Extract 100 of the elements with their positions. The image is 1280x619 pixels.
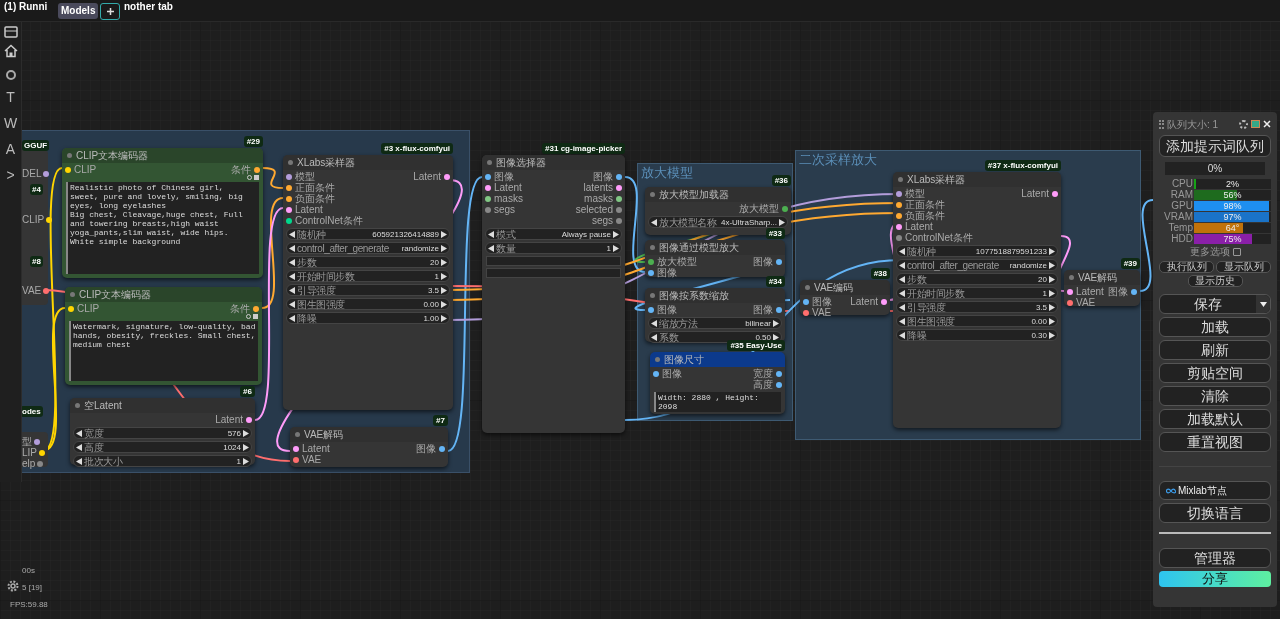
input-label: Latent — [302, 443, 330, 454]
input-label: 正面条件 — [295, 182, 335, 193]
number-widget[interactable]: 降噪 0.30 — [896, 329, 1058, 341]
sidebar-button[interactable]: T — [6, 88, 15, 106]
menu-button[interactable]: 重置视图 — [1159, 432, 1271, 452]
input-label: ControlNet条件 — [295, 215, 363, 226]
input-label: CLIP — [77, 303, 100, 314]
number-widget[interactable]: 放大模型名称 4x-UltraSharp... — [648, 216, 788, 228]
share-button[interactable]: 分享 — [1159, 571, 1271, 587]
output-label: elp — [22, 458, 36, 469]
number-widget[interactable]: 数量 1 — [485, 242, 622, 254]
node-badge: #35 Easy-Use — [727, 340, 785, 351]
node-badge: GGUF — [22, 140, 50, 151]
output-label: 图像 — [1108, 286, 1128, 297]
input-label: 负面条件 — [295, 193, 335, 204]
models-button[interactable]: Models — [58, 3, 99, 19]
input-label: 图像 — [494, 171, 514, 182]
input-label: 模型 — [905, 188, 925, 199]
mixlab-button[interactable]: Mixlab节点 — [1159, 481, 1271, 500]
output-label: Latent — [1021, 188, 1049, 199]
input-label: segs — [494, 204, 516, 215]
node-card[interactable]: 图像通过模型放大 放大模型 图像 图像 — [645, 240, 785, 277]
sidebar-button[interactable]: > — [6, 166, 15, 184]
number-widget[interactable]: control_after_generate randomize — [896, 259, 1058, 271]
node-card[interactable]: 图像按系数缩放 图像 图像 缩放方法 bilinear 系数 0.50 — [645, 288, 785, 342]
menu-button[interactable]: 清除 — [1159, 386, 1271, 406]
number-widget[interactable]: 开始时间步数 1 — [896, 287, 1058, 299]
node-badge: #31 cg-image-picker — [542, 143, 625, 154]
language-button[interactable]: 切换语言 — [1159, 503, 1271, 523]
tab-title[interactable]: (1) Runni — [4, 1, 48, 13]
group-title: 二次采样放大 — [799, 151, 877, 169]
node-badge: #7 — [433, 415, 448, 426]
number-widget[interactable]: 宽度 576 — [73, 427, 252, 439]
number-widget[interactable]: 降噪 1.00 — [286, 312, 450, 324]
node-title: XLabs采样器 — [907, 173, 966, 186]
manager-button[interactable]: 管理器 — [1159, 548, 1271, 568]
node-card[interactable]: XLabs采样器 模型 正面条件 负面条件 Latent ControlNet条件 Latent 随机种 605921326414889 control_after_generate randomize 步数 20 开始时间步数 1 引导强度 3.5 图生图强度 0.00 降噪 1.00 — [283, 155, 453, 410]
input-label: Latent — [494, 182, 522, 193]
input-label: 图像 — [812, 296, 832, 307]
node-card[interactable]: 图像尺寸 图像 宽度 高度 Width: 2880 , Height: 2098 — [650, 352, 785, 414]
text-area[interactable]: Realistic photo of Chinese girl, sweet, pure and lovely, smiling, big eyes, long eyelashes Big chest, Cleavage,huge chest, Full and towering breasts,high waist yoga_pants,slim waist, wide hips. White simple background — [66, 182, 259, 274]
number-widget[interactable]: 图生图强度 0.00 — [896, 315, 1058, 327]
node-card[interactable]: CLIP文本编码器 CLIP 条件 Watermark, signature, low-quality, bad hands, obesity, freckles. Small chest, medium chest — [65, 287, 262, 385]
node-card[interactable]: XLabs采样器 模型 正面条件 负面条件 Latent ControlNet条件 Latent 随机种 1077518879591233 control_after_generate randomize 步数 20 开始时间步数 1 引导强度 3.5 图生图强度 0.00 降噪 0.30 — [893, 172, 1061, 428]
sidebar-button[interactable]: A — [5, 140, 16, 158]
meter-reading: 75% — [1222, 234, 1243, 244]
input-label: Latent — [295, 204, 323, 215]
menu-button[interactable]: 加载默认 — [1159, 409, 1271, 429]
node-card[interactable]: VAE解码 Latent VAE 图像 — [290, 427, 448, 467]
number-widget[interactable]: control_after_generate randomize — [286, 242, 450, 254]
number-widget[interactable]: 图生图强度 0.00 — [286, 298, 450, 310]
number-widget[interactable]: 随机种 605921326414889 — [286, 228, 450, 240]
node-card[interactable]: 空Latent Latent 宽度 576 高度 1024 批次大小 1 — [70, 398, 255, 465]
sidebar-button[interactable]: W — [3, 114, 18, 132]
save-button-group[interactable]: 保存 — [1159, 294, 1271, 314]
save-button[interactable]: 保存 — [1160, 295, 1256, 313]
node-card[interactable]: 图像选择器 图像 Latent masks segs 图像 latents masks selected segs 模式 Always pause 数量 1 — [482, 155, 625, 433]
node-card[interactable]: VAE解码 Latent VAE 图像 — [1064, 270, 1140, 306]
output-label: LIP — [22, 447, 37, 458]
meter-reading: 56% — [1222, 190, 1243, 200]
number-widget[interactable]: 高度 1024 — [73, 441, 252, 453]
meter-reading: 98% — [1222, 201, 1243, 211]
node-card[interactable]: VAE编码 图像 VAE Latent — [800, 280, 890, 315]
number-widget[interactable]: 系数 0.50 — [648, 331, 782, 343]
number-widget[interactable]: 步数 20 — [286, 256, 450, 268]
queue-action-button[interactable]: 显示历史 — [1187, 275, 1243, 287]
text-area[interactable]: Width: 2880 , Height: 2098 — [654, 392, 781, 412]
number-widget[interactable]: 开始时间步数 1 — [286, 270, 450, 282]
tab-title[interactable]: nother tab — [124, 1, 173, 13]
number-widget[interactable]: 批次大小 1 — [73, 455, 252, 467]
menu-button[interactable]: 刷新 — [1159, 340, 1271, 360]
number-widget[interactable]: 随机种 1077518879591233 — [896, 245, 1058, 257]
menu-button[interactable]: 加载 — [1159, 317, 1271, 337]
queue-action-button[interactable]: 执行队列 — [1159, 261, 1214, 273]
meter-label: CPU — [1170, 179, 1193, 189]
add-queue-button[interactable]: 添加提示词队列 — [1159, 135, 1271, 157]
node-title: 放大模型加载器 — [659, 188, 729, 201]
number-widget[interactable]: 缩放方法 bilinear — [648, 317, 782, 329]
output-label: 条件 — [230, 303, 250, 314]
number-widget[interactable]: 步数 20 — [896, 273, 1058, 285]
output-label: 放大模型 — [739, 203, 779, 214]
node-badge: #3 x-flux-comfyui — [381, 143, 453, 154]
output-label: 图像 — [416, 443, 436, 454]
input-label: 放大模型 — [657, 256, 697, 267]
input-label: 图像 — [657, 304, 677, 315]
node-badge: #8 — [30, 256, 43, 267]
menu-button[interactable]: 剪贴空间 — [1159, 363, 1271, 383]
output-label: 型 — [22, 436, 32, 447]
output-label: 图像 — [753, 256, 773, 267]
number-widget[interactable]: 引导强度 3.5 — [286, 284, 450, 296]
number-widget[interactable]: 模式 Always pause — [485, 228, 622, 240]
input-label: 图像 — [662, 368, 682, 379]
queue-action-button[interactable]: 显示队列 — [1216, 261, 1271, 273]
meter-label: Temp — [1167, 223, 1193, 233]
node-title: XLabs采样器 — [297, 156, 356, 169]
number-widget[interactable]: 引导强度 3.5 — [896, 301, 1058, 313]
input-label: ControlNet条件 — [905, 232, 973, 243]
more-options-label: 更多选项 — [1189, 246, 1230, 258]
text-area[interactable]: Watermark, signature, low-quality, bad hands, obesity, freckles. Small chest, medium chest — [69, 321, 258, 381]
node-badge: #29 — [243, 136, 263, 147]
